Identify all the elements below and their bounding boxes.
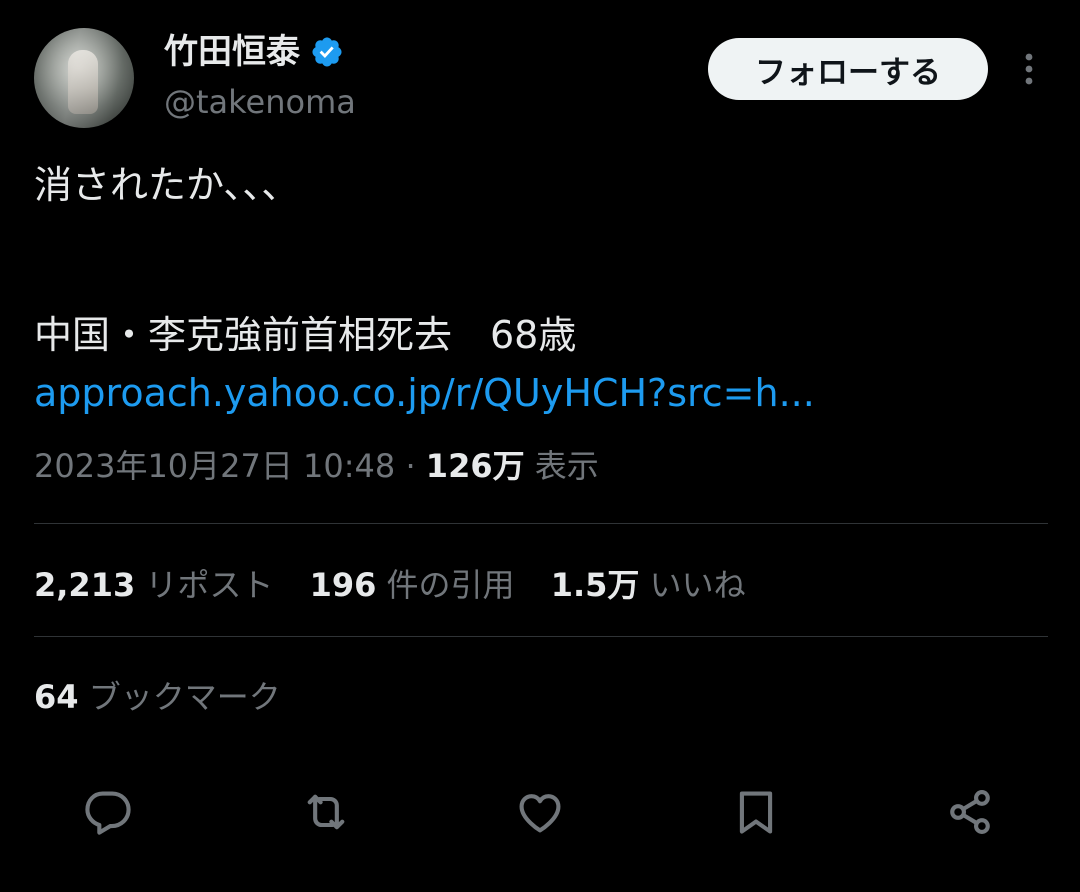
tweet-text: 消されたか、、、 中国・李克強前首相死去 68歳 <box>34 160 1046 360</box>
tweet-line-2: 中国・李克強前首相死去 68歳 <box>34 313 577 357</box>
reposts-label: リポスト <box>145 566 274 604</box>
divider <box>34 636 1048 637</box>
bookmarks-label: ブックマーク <box>88 678 281 716</box>
author-handle[interactable]: @takenoma <box>164 80 356 124</box>
author-name-row: 竹田恒泰 <box>164 30 344 74</box>
engagement-stats: 2,213 リポスト 196 件の引用 1.5万 いいね <box>34 560 772 610</box>
tweet-line-1: 消されたか、、、 <box>34 163 300 207</box>
likes-stat[interactable]: 1.5万 いいね <box>551 560 746 610</box>
likes-count: 1.5万 <box>550 566 640 604</box>
bookmarks-stat[interactable]: 64 ブックマーク <box>34 672 281 722</box>
reposts-stat[interactable]: 2,213 リポスト <box>34 560 273 610</box>
share-icon[interactable] <box>944 786 996 838</box>
timestamp[interactable]: 2023年10月27日 10:48 <box>34 447 395 485</box>
quotes-count: 196 <box>309 566 377 604</box>
heart-icon[interactable] <box>514 786 566 838</box>
bookmarks-count: 64 <box>34 678 79 716</box>
tweet-meta: 2023年10月27日 10:48 · 126万 表示 <box>34 442 599 490</box>
repost-icon[interactable] <box>300 786 352 838</box>
quotes-label: 件の引用 <box>386 566 515 604</box>
likes-label: いいね <box>649 566 746 604</box>
author-name[interactable]: 竹田恒泰 <box>164 30 300 74</box>
views-label: 表示 <box>534 447 599 485</box>
reposts-count: 2,213 <box>34 566 136 604</box>
more-vertical-icon[interactable] <box>1014 48 1044 90</box>
reply-icon[interactable] <box>82 786 134 838</box>
views-count[interactable]: 126万 <box>426 447 525 485</box>
follow-button[interactable]: フォローする <box>708 38 988 100</box>
avatar-overlay <box>34 28 134 128</box>
tweet-link[interactable]: approach.yahoo.co.jp/r/QUyHCH?src=h... <box>34 368 815 418</box>
verified-badge-icon <box>310 35 344 69</box>
bookmark-icon[interactable] <box>730 786 782 838</box>
meta-separator: · <box>405 447 416 485</box>
quotes-stat[interactable]: 196 件の引用 <box>310 560 515 610</box>
divider <box>34 523 1048 524</box>
avatar[interactable] <box>34 28 134 128</box>
